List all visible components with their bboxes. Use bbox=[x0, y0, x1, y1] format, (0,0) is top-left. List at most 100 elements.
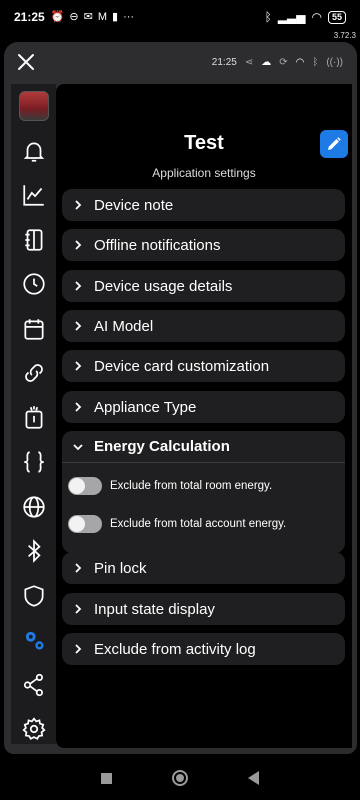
wifi-icon: ◠ bbox=[295, 56, 305, 68]
section-label: Appliance Type bbox=[94, 398, 197, 416]
toggle-label: Exclude from total account energy. bbox=[110, 518, 287, 530]
section-label: Device card customization bbox=[94, 357, 270, 375]
recents-button[interactable] bbox=[101, 772, 112, 784]
app-window: 21:25 ⋖ ☁ ⟳ ◠ ᛒ ((·)) Test Application s… bbox=[4, 42, 357, 754]
signal-icon: ▂▃▅ bbox=[277, 10, 306, 24]
sidebar-item-settings[interactable] bbox=[11, 707, 56, 752]
section-offline-notifications[interactable]: Offline notifications bbox=[62, 229, 345, 261]
app-version: 3.72.3 bbox=[333, 31, 356, 40]
share-icon bbox=[23, 673, 43, 696]
sidebar-item-actions[interactable] bbox=[11, 396, 56, 441]
status-icons: ⏰ ⊖ ✉ M ▮ ··· bbox=[50, 10, 135, 23]
code-braces-icon bbox=[23, 451, 44, 473]
toggle-knob bbox=[69, 478, 85, 494]
section-device-note[interactable]: Device note bbox=[62, 189, 345, 221]
globe-icon bbox=[22, 496, 45, 518]
status-time: 21:25 bbox=[14, 10, 45, 24]
pencil-icon bbox=[328, 137, 341, 150]
chevron-right-icon bbox=[62, 562, 94, 574]
back-button[interactable] bbox=[248, 771, 259, 785]
section-label: AI Model bbox=[94, 317, 154, 335]
chevron-down-icon bbox=[62, 441, 94, 453]
window-bar: 21:25 ⋖ ☁ ⟳ ◠ ᛒ ((·)) bbox=[4, 42, 357, 82]
section-label: Offline notifications bbox=[94, 236, 221, 254]
edit-button[interactable] bbox=[320, 130, 348, 158]
home-button[interactable] bbox=[172, 770, 188, 786]
sidebar-item-app-settings[interactable] bbox=[11, 618, 56, 663]
shield-icon bbox=[23, 585, 44, 607]
sidebar-item-charts[interactable] bbox=[11, 173, 56, 218]
sidebar-item-security[interactable] bbox=[11, 574, 56, 619]
clipboard-icon: ▮ bbox=[112, 10, 119, 23]
cloud-icon: ☁ bbox=[261, 56, 272, 68]
sidebar bbox=[11, 84, 56, 744]
section-label: Device usage details bbox=[94, 277, 233, 295]
calendar-icon bbox=[23, 319, 44, 340]
window-time: 21:25 bbox=[211, 56, 237, 68]
sidebar-item-calendar[interactable] bbox=[11, 307, 56, 352]
exclude-account-energy-toggle[interactable] bbox=[68, 515, 102, 533]
exclude-room-energy-toggle[interactable] bbox=[68, 477, 102, 495]
chevron-right-icon bbox=[62, 320, 94, 332]
section-appliance-type[interactable]: Appliance Type bbox=[62, 391, 345, 423]
toggle-knob bbox=[69, 516, 85, 532]
bluetooth-icon bbox=[27, 539, 41, 564]
settings-icon bbox=[21, 717, 46, 741]
broadcast-icon: ((·)) bbox=[326, 56, 343, 68]
page-subtitle: Application settings bbox=[152, 166, 256, 180]
chevron-right-icon bbox=[62, 643, 94, 655]
status-bar: 21:25 ⏰ ⊖ ✉ M ▮ ··· ᛒ ▂▃▅ ◠ 55 bbox=[0, 0, 360, 34]
sidebar-item-notes[interactable] bbox=[11, 218, 56, 263]
section-label: Energy Calculation bbox=[94, 438, 230, 455]
chat-icon: ✉ bbox=[83, 10, 93, 23]
refresh-icon: ⟳ bbox=[279, 56, 288, 68]
section-label: Exclude from activity log bbox=[94, 640, 256, 658]
chevron-right-icon bbox=[62, 401, 94, 413]
alarm-off-icon: ⏰ bbox=[50, 10, 65, 23]
share-status-icon: ⋖ bbox=[244, 56, 254, 68]
bluetooth-status-icon: ᛒ bbox=[264, 10, 272, 24]
toggle-row-account-energy: Exclude from total account energy. bbox=[62, 505, 345, 543]
wifi-status-icon: ◠ bbox=[311, 10, 322, 24]
sidebar-item-notifications[interactable] bbox=[11, 129, 56, 174]
notebook-icon bbox=[24, 229, 42, 251]
section-header[interactable]: Energy Calculation bbox=[62, 431, 345, 463]
section-exclude-activity-log[interactable]: Exclude from activity log bbox=[62, 633, 345, 665]
sidebar-item-scripts[interactable] bbox=[11, 440, 56, 485]
main-panel: Test Application settings Device note Of… bbox=[56, 84, 352, 748]
toggle-label: Exclude from total room energy. bbox=[110, 480, 273, 492]
section-device-card-customization[interactable]: Device card customization bbox=[62, 350, 345, 382]
chevron-right-icon bbox=[62, 199, 94, 211]
section-input-state-display[interactable]: Input state display bbox=[62, 593, 345, 625]
action-icon bbox=[25, 405, 42, 429]
system-nav-bar bbox=[0, 756, 360, 800]
page-title: Test bbox=[184, 132, 224, 154]
sidebar-item-device[interactable] bbox=[11, 84, 56, 129]
section-ai-model[interactable]: AI Model bbox=[62, 310, 345, 342]
section-label: Pin lock bbox=[94, 559, 147, 577]
clock-icon bbox=[22, 273, 45, 295]
sidebar-item-schedule[interactable] bbox=[11, 262, 56, 307]
sidebar-item-links[interactable] bbox=[11, 351, 56, 396]
gmail-icon: M bbox=[97, 10, 108, 23]
section-device-usage-details[interactable]: Device usage details bbox=[62, 270, 345, 302]
chevron-right-icon bbox=[62, 603, 94, 615]
section-label: Device note bbox=[94, 196, 174, 214]
dnd-icon: ⊖ bbox=[69, 10, 79, 23]
sidebar-item-share[interactable] bbox=[11, 663, 56, 708]
section-energy-calculation: Energy Calculation Exclude from total ro… bbox=[62, 431, 345, 553]
link-icon bbox=[24, 364, 43, 383]
more-icon: ··· bbox=[123, 10, 135, 23]
sidebar-item-bluetooth[interactable] bbox=[11, 529, 56, 574]
section-pin-lock[interactable]: Pin lock bbox=[62, 552, 345, 584]
chevron-right-icon bbox=[62, 239, 94, 251]
bell-icon bbox=[23, 142, 44, 162]
bluetooth-small-icon: ᛒ bbox=[312, 56, 319, 68]
close-button[interactable] bbox=[4, 42, 48, 82]
toggle-row-room-energy: Exclude from total room energy. bbox=[62, 467, 345, 505]
sidebar-item-network[interactable] bbox=[11, 485, 56, 530]
device-thumbnail bbox=[18, 91, 49, 122]
section-label: Input state display bbox=[94, 600, 215, 618]
gears-icon bbox=[25, 632, 44, 650]
chevron-right-icon bbox=[62, 360, 94, 372]
